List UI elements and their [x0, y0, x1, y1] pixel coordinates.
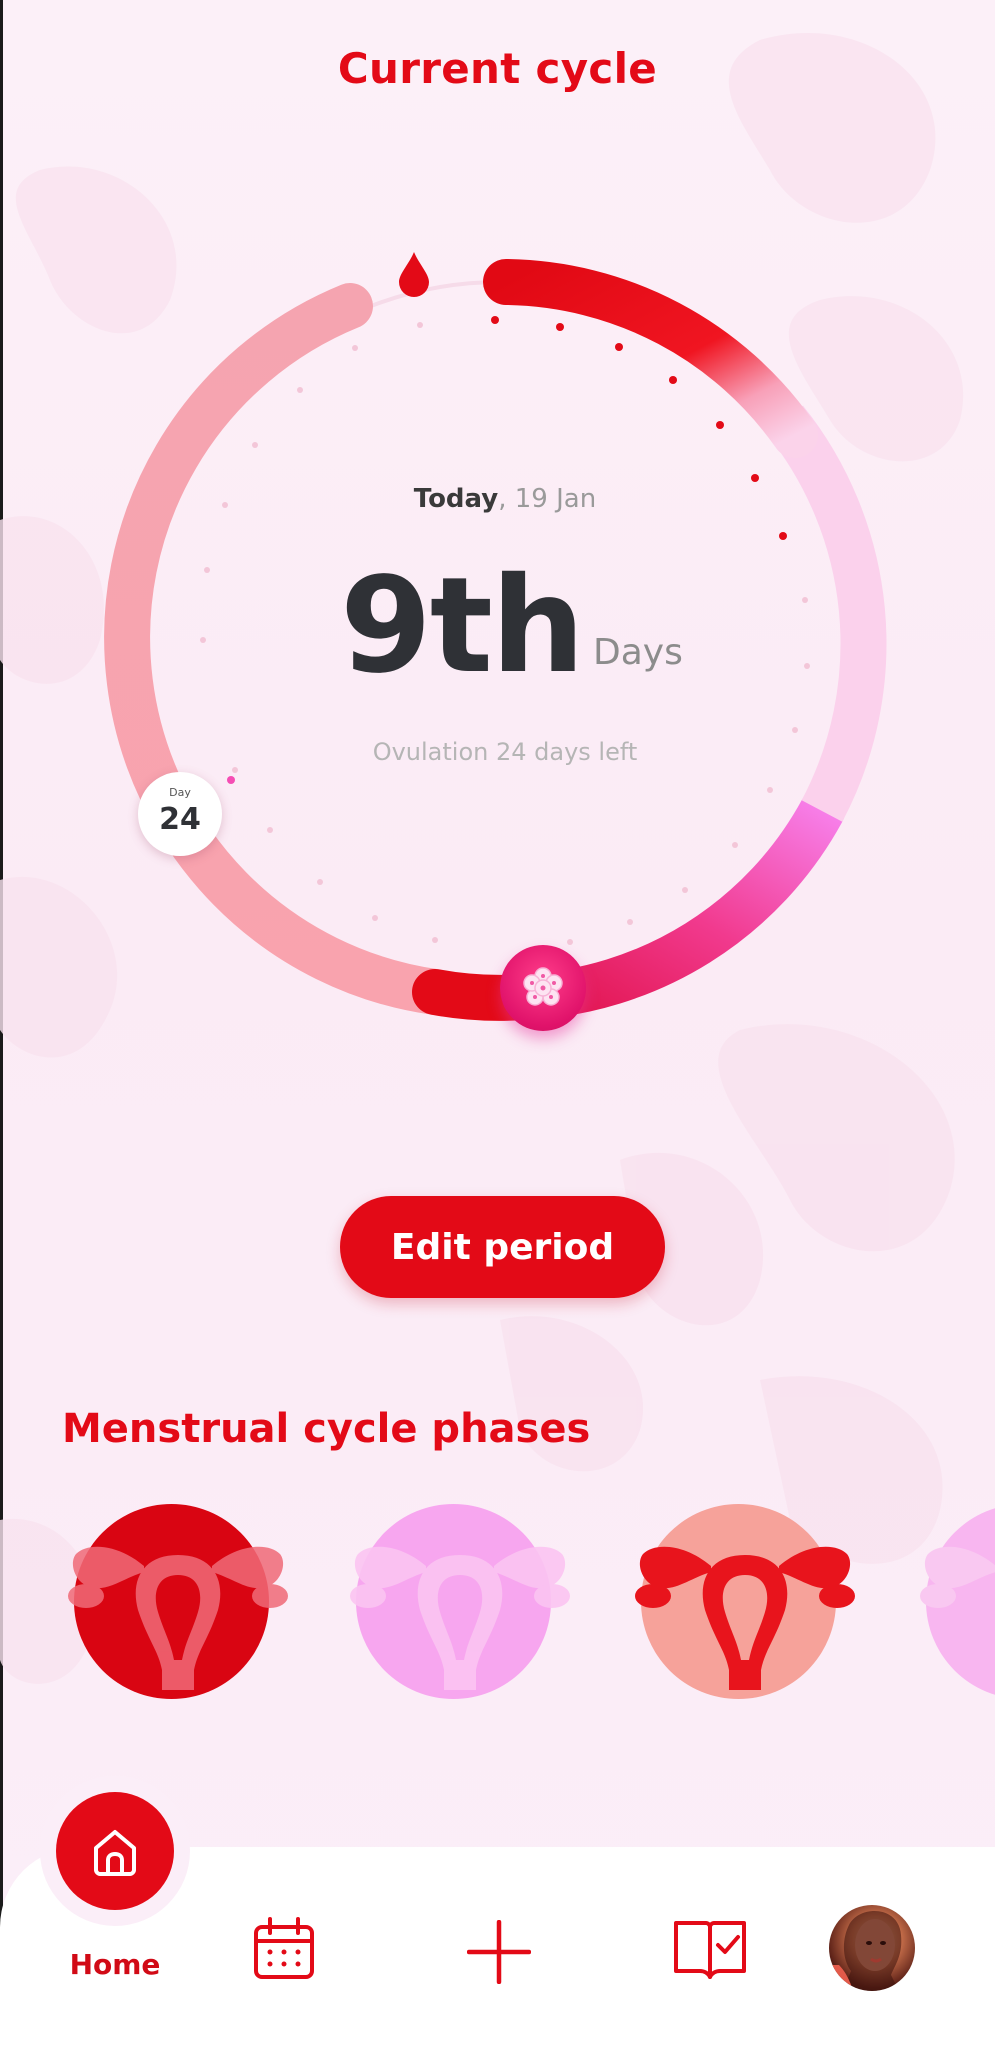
uterus-luteal-icon	[920, 1546, 995, 1608]
nav-home-label[interactable]: Home	[56, 1948, 174, 1981]
phases-title: Menstrual cycle phases	[62, 1406, 591, 1452]
nav-home-button[interactable]	[56, 1792, 174, 1910]
marker-value: 24	[159, 802, 201, 837]
ovulation-day-marker[interactable]: Day 24	[138, 772, 222, 856]
phase-card-luteal[interactable]	[910, 1500, 995, 1710]
journal-icon[interactable]	[672, 1915, 748, 1983]
cycle-day-number: 9th	[340, 549, 585, 703]
current-day-marker[interactable]	[500, 945, 586, 1031]
uterus-menstrual-icon	[68, 1546, 288, 1690]
flower-icon	[523, 967, 563, 1006]
cycle-day-unit: Days	[593, 632, 683, 673]
page-title: Current cycle	[337, 44, 658, 93]
plus-icon[interactable]	[467, 1920, 531, 1984]
phase-card-menstrual[interactable]	[58, 1500, 298, 1710]
today-date-value: , 19 Jan	[498, 484, 597, 514]
marker-label: Day	[169, 786, 191, 799]
blood-drop-icon	[399, 252, 429, 297]
today-label: Today	[413, 484, 499, 514]
phase-card-follicular[interactable]	[340, 1500, 580, 1710]
uterus-ovulation-icon	[635, 1546, 855, 1690]
app-screen: Current cycle Today, 19 Jan 9th Days Ovu…	[0, 0, 995, 2047]
calendar-icon[interactable]	[250, 1915, 318, 1983]
today-date: Today, 19 Jan	[245, 484, 765, 514]
ovulation-countdown: Ovulation 24 days left	[372, 738, 638, 766]
avatar-photo	[829, 1911, 902, 1991]
uterus-follicular-icon	[350, 1546, 570, 1690]
profile-avatar[interactable]	[829, 1905, 915, 1991]
phase-card-ovulation[interactable]	[625, 1500, 865, 1710]
edit-period-button[interactable]: Edit period	[340, 1196, 665, 1298]
home-icon	[94, 1830, 136, 1876]
